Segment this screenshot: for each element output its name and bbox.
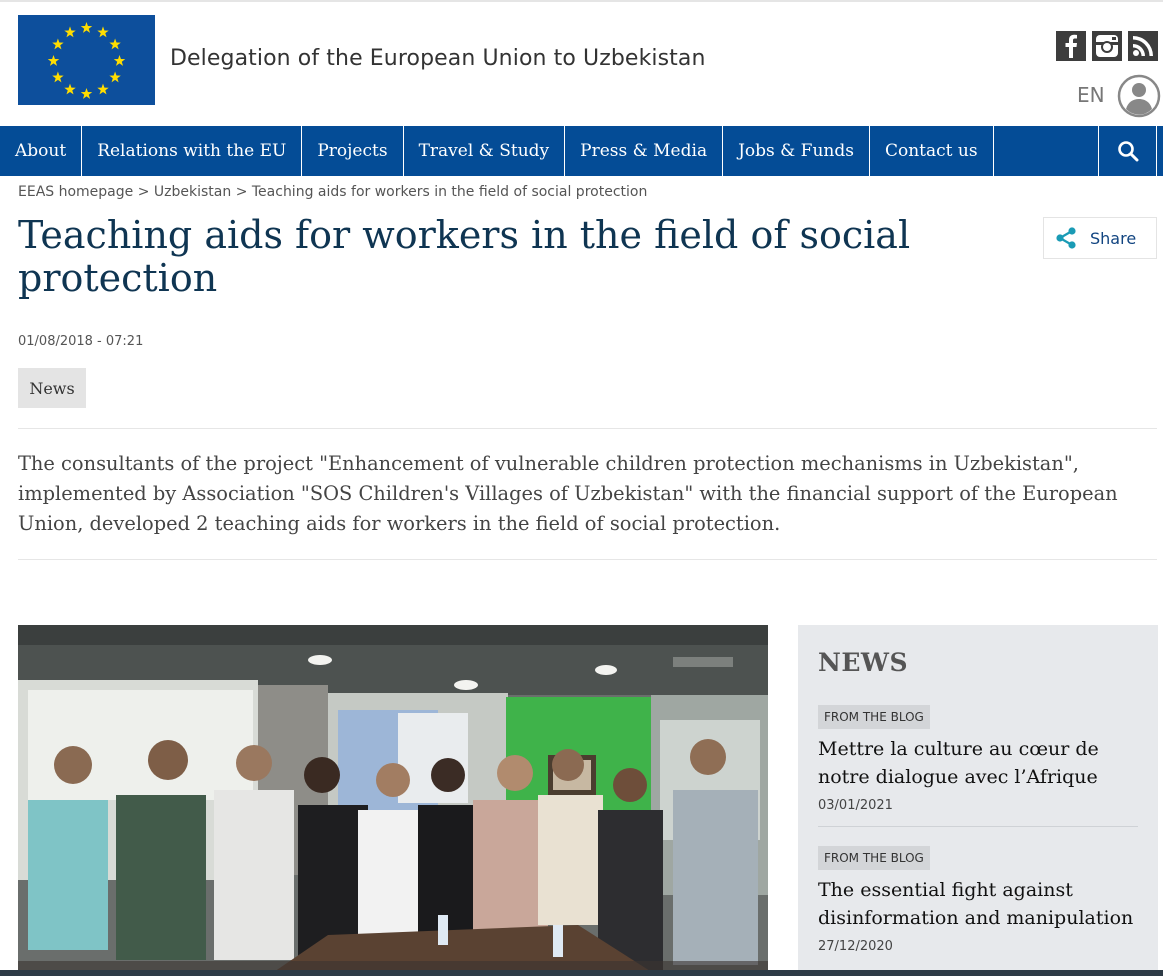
news-item-divider: [818, 826, 1138, 827]
eu-star: [64, 83, 76, 95]
nav-travel-study[interactable]: Travel & Study: [404, 126, 566, 176]
nav-projects[interactable]: Projects: [302, 126, 404, 176]
news-item-badge[interactable]: FROM THE BLOG: [818, 705, 930, 729]
page-title: Teaching aids for workers in the field o…: [18, 213, 911, 300]
nav-jobs-funds[interactable]: Jobs & Funds: [723, 126, 870, 176]
publish-date: 01/08/2018 - 07:21: [18, 334, 144, 349]
search-icon: [1117, 141, 1138, 162]
site-title[interactable]: Delegation of the European Union to Uzbe…: [170, 46, 706, 71]
news-item-date: 03/01/2021: [818, 798, 893, 813]
instagram-icon[interactable]: [1092, 31, 1122, 61]
facebook-icon[interactable]: [1056, 31, 1086, 61]
nav-press-media[interactable]: Press & Media: [565, 126, 724, 176]
sidebar-title: NEWS: [818, 648, 909, 677]
article-photo: [18, 625, 768, 976]
breadcrumb-separator: >: [137, 184, 150, 200]
breadcrumb: EEAS homepage > Uzbekistan > Teaching ai…: [18, 184, 647, 200]
eu-star: [47, 55, 60, 66]
nav-contact-us[interactable]: Contact us: [870, 126, 994, 176]
eu-star: [109, 71, 121, 83]
breadcrumb-separator: >: [235, 184, 248, 200]
share-icon: [1056, 227, 1076, 249]
nav-relations-with-the-eu[interactable]: Relations with the EU: [82, 126, 303, 176]
eu-star: [80, 88, 93, 99]
news-item-title[interactable]: Mettre la culture au cœur de notre dialo…: [818, 735, 1148, 791]
news-item-badge[interactable]: FROM THE BLOG: [818, 846, 930, 870]
nav-about[interactable]: About: [0, 126, 83, 176]
eu-star: [97, 26, 109, 38]
language-selector[interactable]: EN: [1077, 83, 1105, 107]
breadcrumb-country-link[interactable]: Uzbekistan: [154, 184, 231, 200]
eu-star: [52, 38, 64, 50]
share-label: Share: [1090, 228, 1137, 248]
main-navigation: About Relations with the EU Projects Tra…: [0, 126, 1163, 176]
search-button[interactable]: [1098, 126, 1157, 176]
article-lead: The consultants of the project "Enhancem…: [18, 452, 1118, 535]
share-button[interactable]: Share: [1043, 217, 1157, 259]
news-item-title[interactable]: The essential fight against disinformati…: [818, 876, 1148, 932]
eu-flag-logo[interactable]: [18, 15, 155, 105]
news-sidebar: NEWS FROM THE BLOG Mettre la culture au …: [798, 625, 1158, 976]
eu-star: [80, 22, 93, 33]
news-item-date: 27/12/2020: [818, 939, 893, 954]
social-links: [1056, 31, 1158, 61]
breadcrumb-home-link[interactable]: EEAS homepage: [18, 184, 133, 200]
bottom-edge: [0, 970, 1163, 976]
rss-icon[interactable]: [1128, 31, 1158, 61]
eu-star: [64, 26, 76, 38]
eu-star: [97, 83, 109, 95]
user-account-icon[interactable]: [1117, 74, 1161, 118]
eu-star: [52, 71, 64, 83]
eu-star: [109, 38, 121, 50]
eu-star: [113, 55, 126, 66]
divider: [18, 428, 1157, 429]
site-header: Delegation of the European Union to Uzbe…: [0, 2, 1163, 126]
category-tag[interactable]: News: [18, 368, 86, 408]
divider: [18, 559, 1157, 560]
breadcrumb-current: Teaching aids for workers in the field o…: [251, 184, 648, 200]
